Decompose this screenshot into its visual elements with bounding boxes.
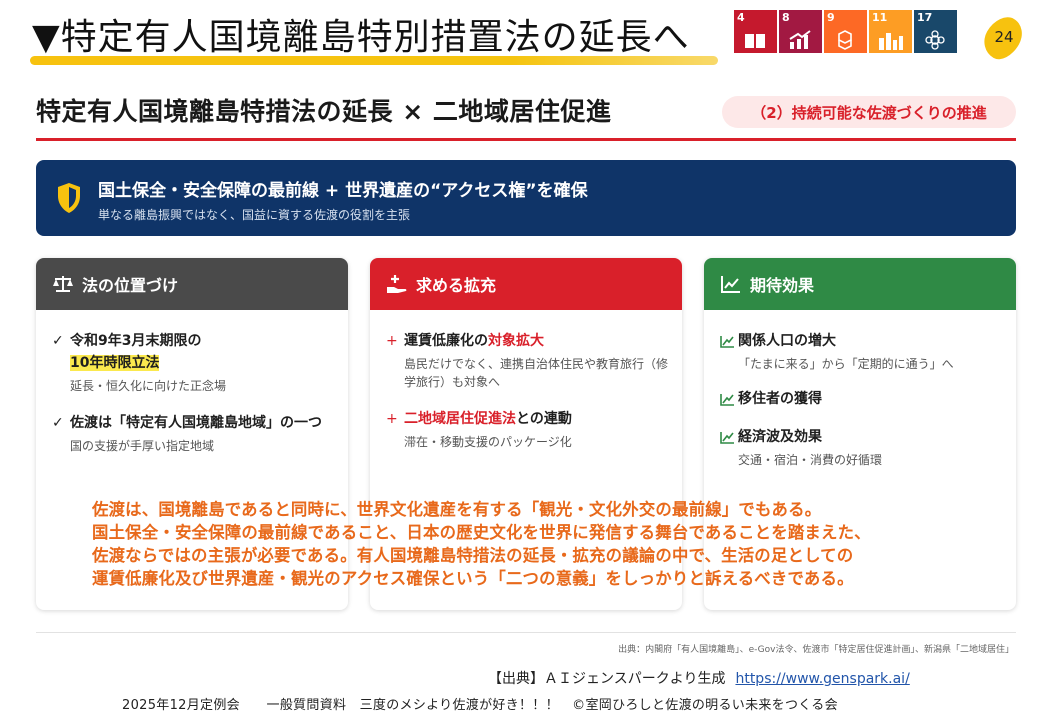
section-title: 特定有人国境離島特措法の延長 × 二地域居住促進 (36, 97, 612, 126)
credit-line: 【出典】ＡＩジェンスパークより生成 https://www.genspark.ai… (488, 671, 910, 687)
check-icon: ✓ (52, 333, 64, 349)
list-item: 移住者の獲得 (720, 388, 1004, 410)
list-item: ✓ 佐渡は「特定有人国境離島地域」の一つ 国の支援が手厚い指定地域 (52, 412, 336, 455)
list-item: 経済波及効果 交通・宿泊・消費の好循環 (720, 426, 1004, 469)
growth-chart-icon (789, 30, 811, 49)
commentary-text: 佐渡は、国境離島であると同時に、世界文化遺産を有する「観光・文化外交の最前線」で… (92, 500, 871, 588)
cubes-icon (838, 30, 852, 50)
list-item: ✓ 令和9年3月末期限の 10年時限立法 延長・恒久化に向けた正念場 (52, 330, 336, 395)
list-item: + 運賃低廉化の対象拡大 島民だけでなく、連携自治体住民や教育旅行（修学旅行）も… (386, 330, 670, 391)
rings-icon (925, 30, 945, 50)
sdg-icons: 4 8 9 11 17 (734, 10, 957, 53)
section-pill: （2）持続可能な佐渡づくりの推進 (722, 96, 1016, 128)
trend-small-icon (720, 432, 734, 444)
bottom-divider (36, 632, 1016, 633)
key-message-banner: 国土保全・安全保障の最前線 + 世界遺産の“アクセス権”を確保 単なる離島振興で… (36, 160, 1016, 236)
card-header: 求める拡充 (370, 258, 682, 310)
hand-plus-icon (387, 275, 407, 293)
scale-icon (53, 276, 73, 292)
sdg-tile-8: 8 (779, 10, 822, 53)
footer-text: 2025年12月定例会 一般質問資料 三度のメシより佐渡が好き！！！ ©室岡ひろ… (122, 698, 838, 713)
city-icon (879, 33, 903, 50)
sdg-tile-11: 11 (869, 10, 912, 53)
card-title: 期待効果 (750, 276, 815, 295)
card-title: 求める拡充 (416, 276, 497, 295)
shield-icon (58, 183, 80, 213)
banner-sub-text: 単なる離島振興ではなく、国益に資する佐渡の役割を主張 (98, 208, 411, 222)
plus-icon: + (386, 411, 398, 427)
slide-title: ▼特定有人国境離島特別措置法の延長へ (32, 17, 690, 58)
genspark-link[interactable]: https://www.genspark.ai/ (735, 671, 909, 687)
book-icon (745, 34, 765, 48)
sdg-tile-4: 4 (734, 10, 777, 53)
sdg-tile-9: 9 (824, 10, 867, 53)
trend-chart-icon (721, 276, 740, 293)
highlight-text: 10年時限立法 (70, 355, 160, 371)
card-header: 期待効果 (704, 258, 1016, 310)
list-item: + 二地域居住促進法との連動 滞在・移動支援のパッケージ化 (386, 408, 670, 451)
list-item: 関係人口の増大 「たまに来る」から「定期的に通う」へ (720, 330, 1004, 373)
trend-small-icon (720, 394, 734, 406)
title-underline (30, 56, 718, 65)
trend-small-icon (720, 336, 734, 348)
sdg-tile-17: 17 (914, 10, 957, 53)
check-icon: ✓ (52, 415, 64, 431)
banner-main-text: 国土保全・安全保障の最前線 + 世界遺産の“アクセス権”を確保 (98, 181, 588, 201)
divider (36, 138, 1016, 141)
card-header: 法の位置づけ (36, 258, 348, 310)
source-note: 出典：内閣府「有人国境離島」、e-Gov法令、佐渡市「特定居住促進計画」、新潟県… (618, 645, 1014, 655)
card-title: 法の位置づけ (82, 276, 179, 295)
page-number: 24 (994, 28, 1014, 46)
plus-icon: + (386, 333, 398, 349)
page-number-badge: 24 (977, 10, 1029, 66)
